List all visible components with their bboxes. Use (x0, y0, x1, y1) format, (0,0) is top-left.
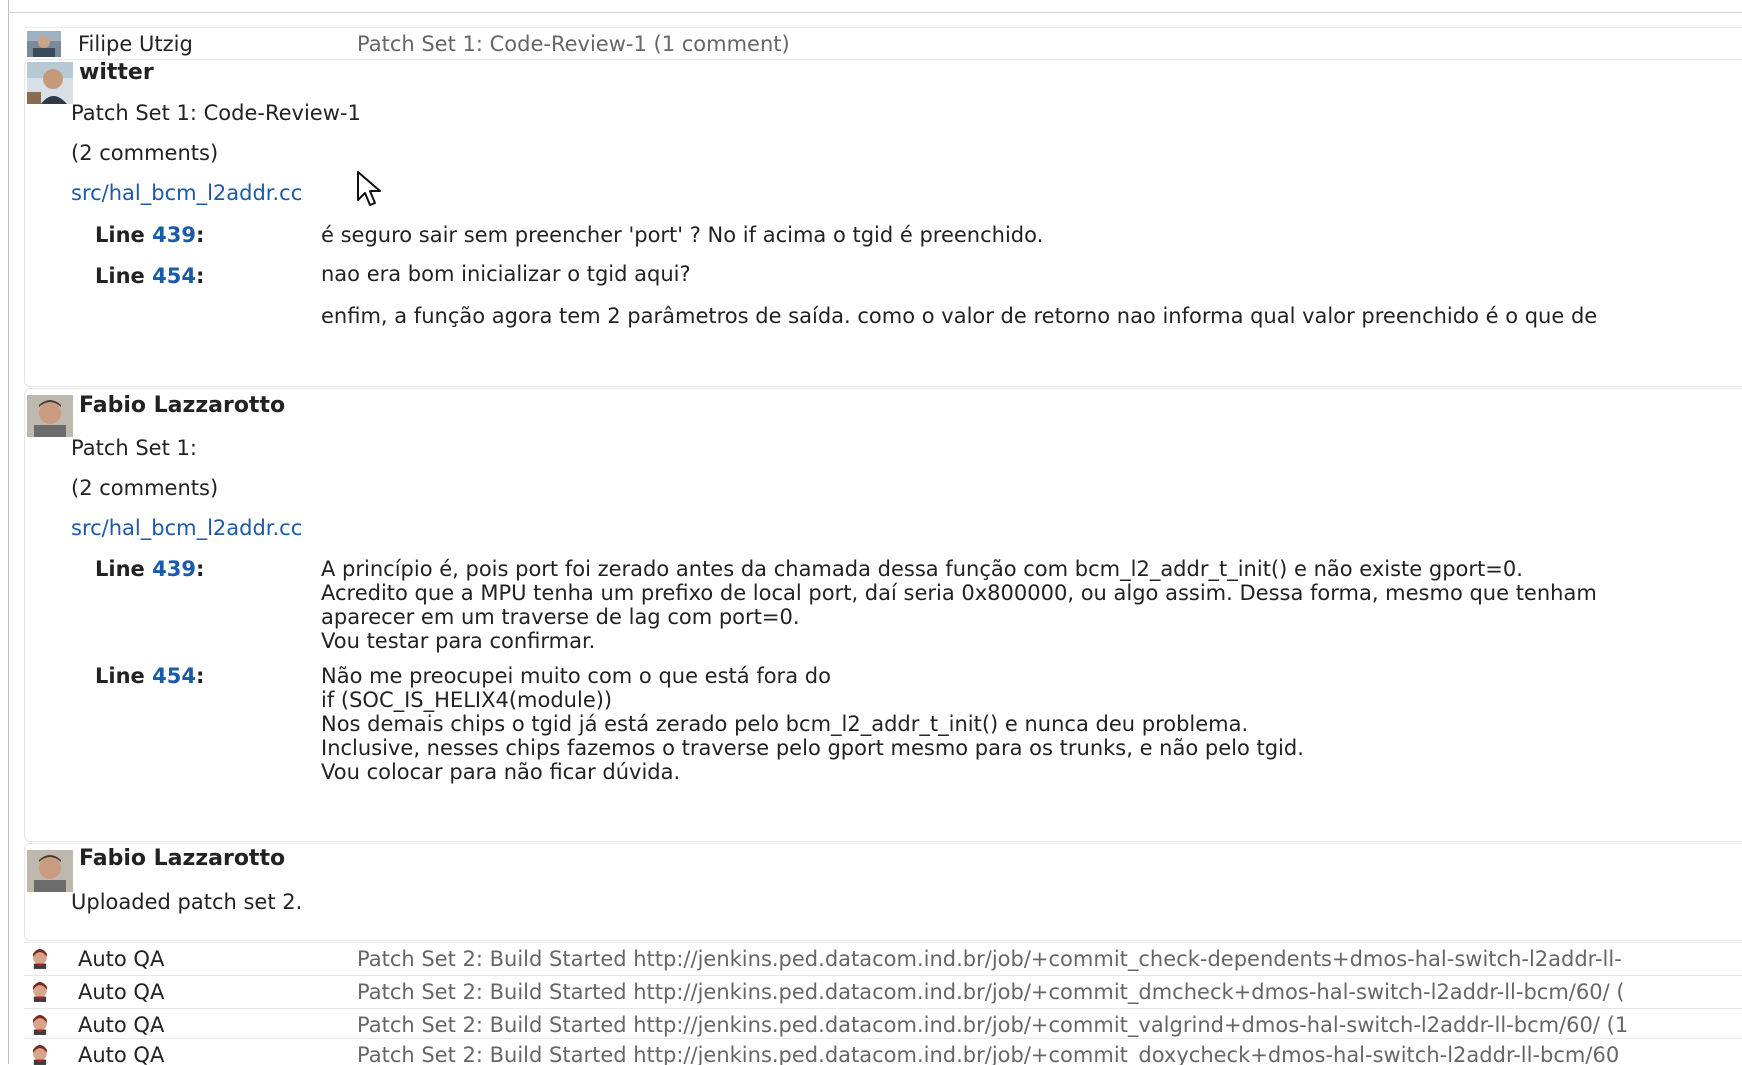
message-summary: Patch Set 2: Build Started http://jenkin… (357, 980, 1625, 1004)
page-frame-top-edge (8, 12, 1742, 13)
message-summary: Patch Set 2: Build Started http://jenkin… (357, 1013, 1629, 1037)
line-label: Line 454: (95, 664, 205, 688)
message-expanded: Fabio Lazzarotto Uploaded patch set 2. (24, 843, 1742, 941)
avatar (27, 395, 73, 437)
avatar (27, 62, 73, 104)
message-text: Uploaded patch set 2. (71, 890, 303, 914)
message-summary: Patch Set 1: Code-Review-1 (1 comment) (357, 32, 790, 56)
line-label: Line 439: (95, 557, 205, 581)
avatar (27, 850, 73, 892)
message-summary: Patch Set 2: Build Started http://jenkin… (357, 947, 1622, 971)
author-name: Filipe Utzig (78, 32, 193, 56)
message-expanded: witter Patch Set 1: Code-Review-1 (2 com… (24, 59, 1742, 387)
author-name: witter (79, 60, 154, 85)
author-name: Auto QA (78, 1013, 165, 1037)
author-name: Fabio Lazzarotto (79, 393, 286, 418)
avatar (27, 31, 61, 57)
file-link[interactable]: src/hal_bcm_l2addr.cc (71, 516, 302, 540)
message-row-collapsed[interactable]: Auto QA Patch Set 2: Build Started http:… (24, 975, 1742, 1008)
author-name: Fabio Lazzarotto (79, 846, 286, 871)
inline-comment: Não me preocupei muito com o que está fo… (321, 664, 1304, 784)
message-row-collapsed[interactable]: Auto QA Patch Set 2: Build Started http:… (24, 942, 1742, 975)
jenkins-butler-icon (33, 949, 47, 969)
author-name: Auto QA (78, 947, 165, 971)
message-row-collapsed[interactable]: Filipe Utzig Patch Set 1: Code-Review-1 … (24, 27, 1742, 60)
message-row-collapsed[interactable]: Auto QA Patch Set 2: Build Started http:… (24, 1038, 1742, 1065)
line-label: Line 454: (95, 264, 205, 288)
line-number-link[interactable]: 454 (152, 664, 196, 688)
jenkins-butler-icon (33, 1045, 47, 1065)
line-number-link[interactable]: 439 (152, 223, 196, 247)
message-row-collapsed[interactable]: Auto QA Patch Set 2: Build Started http:… (24, 1008, 1742, 1041)
message-text: Patch Set 1: (71, 436, 197, 460)
jenkins-butler-icon (33, 982, 47, 1002)
line-number-link[interactable]: 439 (152, 557, 196, 581)
message-summary: Patch Set 2: Build Started http://jenkin… (357, 1043, 1620, 1065)
line-label: Line 439: (95, 223, 205, 247)
page-frame-left-edge (8, 0, 9, 1064)
line-number-link[interactable]: 454 (152, 264, 196, 288)
comment-count: (2 comments) (71, 476, 219, 500)
author-name: Auto QA (78, 1043, 165, 1065)
message-expanded: Fabio Lazzarotto Patch Set 1: (2 comment… (24, 388, 1742, 842)
mouse-pointer-icon (357, 171, 381, 206)
message-text: Patch Set 1: Code-Review-1 (71, 101, 361, 125)
author-name: Auto QA (78, 980, 165, 1004)
inline-comment: A princípio é, pois port foi zerado ante… (321, 557, 1597, 653)
jenkins-butler-icon (33, 1015, 47, 1035)
comment-count: (2 comments) (71, 141, 219, 165)
file-link[interactable]: src/hal_bcm_l2addr.cc (71, 181, 302, 205)
inline-comment: é seguro sair sem preencher 'port' ? No … (321, 223, 1044, 247)
inline-comment: nao era bom inicializar o tgid aqui? enf… (321, 262, 1598, 328)
